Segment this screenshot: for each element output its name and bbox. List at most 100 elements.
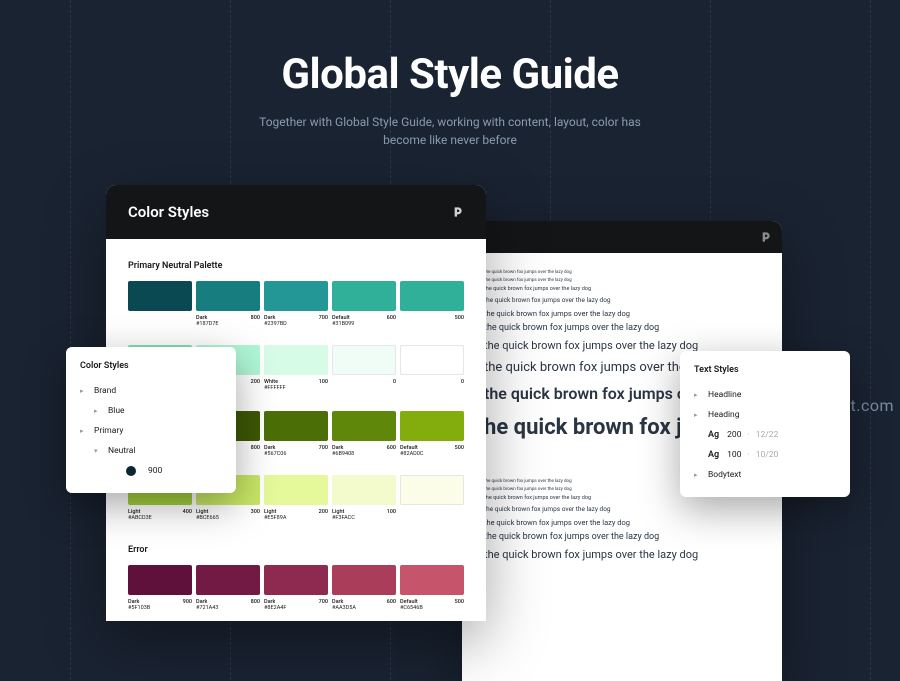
swatch-box xyxy=(332,565,396,595)
swatch-box xyxy=(264,475,328,505)
color-swatch[interactable]: Light100#F3FACC xyxy=(332,475,396,521)
type-sample: the quick brown fox jumps over the lazy … xyxy=(484,295,782,307)
type-sample: the quick brown fox jumps over the lazy … xyxy=(484,269,782,277)
typography-panel-header xyxy=(462,221,782,253)
color-swatch[interactable] xyxy=(128,281,192,327)
color-swatch[interactable]: Dark700#2397BD xyxy=(264,281,328,327)
swatch-box xyxy=(400,345,464,375)
swatch-hex: #187D7E xyxy=(196,321,260,327)
text-style-headline[interactable]: ▸Headline xyxy=(694,385,836,405)
swatch-hex: #FFFFFF xyxy=(264,385,328,391)
section-title-error: Error xyxy=(128,545,464,555)
color-swatch[interactable]: Default600#31B099 xyxy=(332,281,396,327)
swatch-row-error: Dark900#5F103BDark800#721A43Dark700#8E2A… xyxy=(128,565,464,611)
tree-label: 900 xyxy=(148,466,162,476)
color-swatch[interactable]: Dark900#5F103B xyxy=(128,565,192,611)
color-swatch[interactable]: Dark600#AA3D5A xyxy=(332,565,396,611)
brand-icon xyxy=(450,205,464,219)
color-swatch[interactable]: Dark700#567C06 xyxy=(264,411,328,457)
color-swatch[interactable]: Dark800#187D7E xyxy=(196,281,260,327)
section-title-primary-neutral: Primary Neutral Palette xyxy=(128,261,464,271)
swatch-hex: #C6546B xyxy=(400,605,464,611)
text-style-size: 10/20 xyxy=(756,450,779,460)
swatch-box xyxy=(264,411,328,441)
color-dot-icon xyxy=(126,466,136,476)
swatch-row-teal-dark: Dark800#187D7EDark700#2397BDDefault600#3… xyxy=(128,281,464,327)
type-sample: the quick brown fox jumps over the lazy … xyxy=(484,504,782,516)
type-sample: the quick brown fox jumps over the lazy … xyxy=(484,285,782,295)
page-subtitle: Together with Global Style Guide, workin… xyxy=(250,113,650,149)
swatch-hex: #BCE665 xyxy=(196,515,260,521)
tree-label: Brand xyxy=(94,386,116,396)
swatch-box xyxy=(128,565,192,595)
text-style-ag: Ag xyxy=(708,430,719,440)
text-style-bodytext[interactable]: ▸Bodytext xyxy=(694,465,836,485)
text-style-weight: 100 xyxy=(727,450,741,460)
swatch-box xyxy=(332,411,396,441)
color-swatch[interactable]: Light200#E5F89A xyxy=(264,475,328,521)
swatch-box xyxy=(264,565,328,595)
text-styles-popover: Text Styles ▸Headline ▸Heading ▸Ag200·12… xyxy=(680,351,850,497)
swatch-hex: #E5F89A xyxy=(264,515,328,521)
text-style-label: Heading xyxy=(708,410,740,420)
type-sample: the quick brown fox jumps over the lazy … xyxy=(484,529,782,545)
swatch-number: 0 xyxy=(461,379,464,385)
swatch-hex: #721A43 xyxy=(196,605,260,611)
text-styles-title: Text Styles xyxy=(694,365,836,375)
text-style-size: 12/22 xyxy=(756,430,779,440)
swatch-hex: #2397BD xyxy=(264,321,328,327)
color-swatch[interactable]: White100#FFFFFF xyxy=(264,345,328,391)
tree-label: Neutral xyxy=(108,446,135,456)
color-panel-title: Color Styles xyxy=(128,203,209,221)
tree-item-primary[interactable]: ▸Primary xyxy=(80,421,222,441)
color-panel-header: Color Styles xyxy=(106,185,486,239)
swatch-box xyxy=(196,565,260,595)
swatch-hex: #AA3D5A xyxy=(332,605,396,611)
chevron-right-icon: ▸ xyxy=(80,387,88,395)
swatch-hex: #5F103B xyxy=(128,605,192,611)
color-swatch[interactable]: 0 xyxy=(332,345,396,391)
color-swatch[interactable]: Dark700#8E2A4F xyxy=(264,565,328,611)
swatch-hex: #567C06 xyxy=(264,451,328,457)
tree-label: Blue xyxy=(108,406,125,416)
type-sample: the quick brown fox jumps over the lazy … xyxy=(484,277,782,285)
color-swatch[interactable]: Default500#82AD0C xyxy=(400,411,464,457)
chevron-right-icon: ▸ xyxy=(694,411,702,419)
color-swatch[interactable]: Dark600#6B9408 xyxy=(332,411,396,457)
swatch-box xyxy=(264,281,328,311)
page-title: Global Style Guide xyxy=(0,50,900,99)
swatch-box xyxy=(332,345,396,375)
hero: Global Style Guide Together with Global … xyxy=(0,0,900,149)
text-style-weight: 200 xyxy=(727,430,741,440)
swatch-box xyxy=(332,281,396,311)
chevron-right-icon: ▸ xyxy=(694,391,702,399)
color-swatch[interactable]: 0 xyxy=(400,345,464,391)
text-style-variant-100[interactable]: ▸Ag100·10/20 xyxy=(694,445,836,465)
swatch-hex: #31B099 xyxy=(332,321,396,327)
swatch-box xyxy=(332,475,396,505)
tree-item-neutral[interactable]: ▾ Neutral xyxy=(80,441,222,461)
chevron-down-icon: ▾ xyxy=(94,447,102,455)
chevron-right-icon: ▸ xyxy=(694,471,702,479)
type-sample: the quick brown fox jumps over the lazy … xyxy=(484,307,782,321)
text-style-variant-200[interactable]: ▸Ag200·12/22 xyxy=(694,425,836,445)
chevron-right-icon: ▸ xyxy=(94,407,102,415)
swatch-box xyxy=(264,345,328,375)
tree-item-brand[interactable]: ▸ Brand xyxy=(80,381,222,401)
swatch-box xyxy=(400,281,464,311)
tree-item-900[interactable]: 900 xyxy=(80,461,222,481)
tree-title: Color Styles xyxy=(80,361,222,371)
swatch-box xyxy=(400,565,464,595)
swatch-number: 0 xyxy=(393,379,396,385)
swatch-box xyxy=(400,475,464,505)
text-style-ag: Ag xyxy=(708,450,719,460)
brand-icon xyxy=(758,230,772,244)
color-swatch[interactable]: Default500#C6546B xyxy=(400,565,464,611)
swatch-hex: #ABCD3E xyxy=(128,515,192,521)
swatch-box xyxy=(196,281,260,311)
text-style-heading[interactable]: ▸ Heading xyxy=(694,405,836,425)
color-swatch[interactable]: 500 xyxy=(400,281,464,327)
color-swatch[interactable]: Dark800#721A43 xyxy=(196,565,260,611)
color-swatch[interactable] xyxy=(400,475,464,521)
tree-item-blue[interactable]: ▸ Blue xyxy=(80,401,222,421)
